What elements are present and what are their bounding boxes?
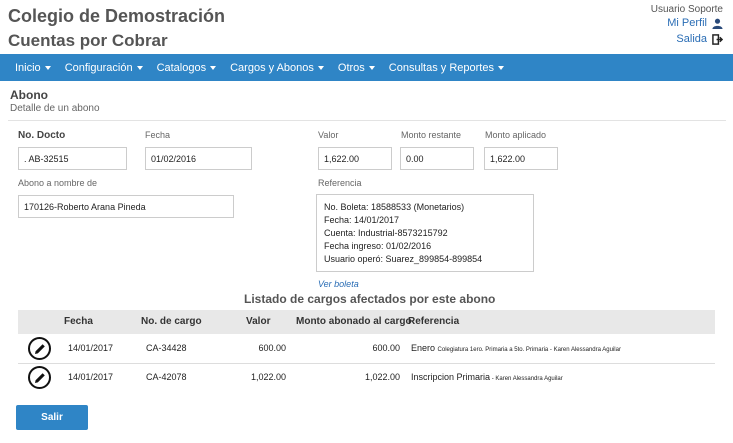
nav-catalogos[interactable]: Catalogos [150,54,224,81]
no-docto-field[interactable]: . AB-32515 [18,147,127,170]
caret-down-icon [136,65,143,70]
cell-monto-abonado: 600.00 [372,343,400,353]
cell-no-cargo: CA-42078 [146,372,187,382]
pencil-icon [34,372,45,383]
no-docto-label: No. Docto [18,130,66,141]
nav-otros[interactable]: Otros [331,54,382,81]
module-title: Cuentas por Cobrar [8,31,168,50]
cell-referencia: Inscripcion Primaria - Karen Alessandra … [411,372,563,382]
user-icon [712,18,723,29]
school-title: Colegio de Demostración [8,6,226,26]
header-no-cargo: No. de cargo [141,316,202,327]
caret-down-icon [210,65,217,70]
logout-icon [712,33,723,45]
logout-link[interactable]: Salida [676,33,723,45]
caret-down-icon [497,65,504,70]
valor-label: Valor [318,130,339,140]
table-header: Fecha No. de cargo Valor Monto abonado a… [18,310,715,334]
monto-restante-label: Monto restante [401,130,462,140]
caret-down-icon [368,65,375,70]
caret-down-icon [44,65,51,70]
section-divider [8,120,726,121]
ver-boleta-link[interactable]: Ver boleta [318,279,359,289]
cell-valor: 600.00 [258,343,286,353]
pencil-icon [34,343,45,354]
edit-button[interactable] [28,337,51,360]
header-valor: Valor [246,316,271,327]
page-header: Colegio de Demostración Cuentas por Cobr… [0,0,733,54]
monto-aplicado-label: Monto aplicado [485,130,547,140]
referencia-label: Referencia [318,178,362,188]
monto-aplicado-field[interactable]: 1,622.00 [484,147,558,170]
fecha-field[interactable]: 01/02/2016 [145,147,252,170]
profile-link[interactable]: Mi Perfil [667,17,723,29]
salir-button[interactable]: Salir [16,405,88,430]
cell-fecha: 14/01/2017 [68,372,114,382]
nav-cargos-abonos[interactable]: Cargos y Abonos [223,54,331,81]
list-title: Listado de cargos afectados por este abo… [244,292,496,306]
profile-link-label[interactable]: Mi Perfil [667,17,707,29]
monto-restante-field[interactable]: 0.00 [400,147,474,170]
cell-no-cargo: CA-34428 [146,343,187,353]
header-monto-abonado: Monto abonado al cargo [296,316,412,327]
main-navbar: Inicio Configuración Catalogos Cargos y … [0,54,733,81]
logout-link-label[interactable]: Salida [676,33,707,45]
table-row: 14/01/2017 CA-34428 600.00 600.00 Enero … [18,334,715,364]
cell-valor: 1,022.00 [250,372,286,382]
section-title: Abono [10,88,48,102]
edit-button[interactable] [28,366,51,389]
cell-monto-abonado: 1,022.00 [364,372,400,382]
fecha-label: Fecha [145,130,171,140]
section-subtitle: Detalle de un abono [10,103,100,114]
abono-nombre-label: Abono a nombre de [18,178,98,188]
valor-field[interactable]: 1,622.00 [318,147,392,170]
cell-fecha: 14/01/2017 [68,343,114,353]
caret-down-icon [317,65,324,70]
nav-inicio[interactable]: Inicio [8,54,58,81]
cell-referencia: Enero Colegiatura 1ero. Primaria a 5to. … [411,343,621,353]
header-referencia: Referencia [408,316,460,327]
table-row: 14/01/2017 CA-42078 1,022.00 1,022.00 In… [18,363,715,393]
referencia-textarea[interactable]: No. Boleta: 18588533 (Monetarios) Fecha:… [316,194,534,272]
user-name: Usuario Soporte [650,4,723,15]
nav-configuracion[interactable]: Configuración [58,54,150,81]
nav-consultas-reportes[interactable]: Consultas y Reportes [382,54,511,81]
header-fecha: Fecha [64,316,93,327]
abono-nombre-field[interactable]: 170126-Roberto Arana Pineda [18,195,234,218]
